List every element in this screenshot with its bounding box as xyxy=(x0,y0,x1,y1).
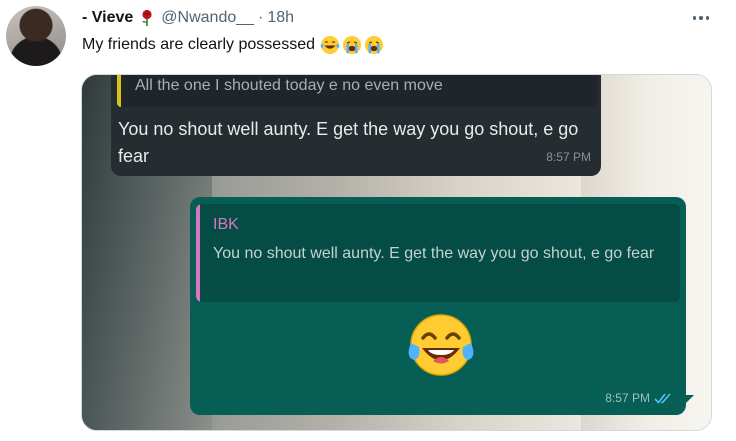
tweet-text-content: My friends are clearly possessed xyxy=(82,36,315,53)
incoming-message-time: 8:57 PM xyxy=(546,150,591,164)
face-with-tears-of-joy-icon xyxy=(408,314,474,376)
user-handle[interactable]: @Nwando__ xyxy=(161,9,254,27)
outgoing-quoted-message: IBK You no shout well aunty. E get the w… xyxy=(196,204,680,302)
rose-icon xyxy=(139,9,155,27)
loudly-crying-face-icon xyxy=(342,36,361,54)
tweet-card[interactable]: - Vieve @Nwando__ · 18h My friends are c… xyxy=(0,0,736,441)
double-tick-read-icon xyxy=(654,393,671,404)
incoming-message-bubble: All the one I shouted today e no even mo… xyxy=(111,75,601,176)
more-options-icon[interactable] xyxy=(688,8,714,28)
display-name[interactable]: - Vieve xyxy=(82,9,133,27)
quote-accent-bar xyxy=(117,75,121,107)
tweet-media-image[interactable]: All the one I shouted today e no even mo… xyxy=(81,74,712,431)
quote-accent-bar xyxy=(196,204,200,302)
tweet-text: My friends are clearly possessed xyxy=(82,35,384,55)
tweet-emojis xyxy=(320,35,384,55)
face-with-tears-of-joy-icon xyxy=(320,36,340,54)
outgoing-message-bubble: IBK You no shout well aunty. E get the w… xyxy=(190,197,686,415)
incoming-message-text: You no shout well aunty. E get the way y… xyxy=(118,119,579,166)
tweet-header: - Vieve @Nwando__ · 18h xyxy=(82,8,294,28)
incoming-quoted-message: All the one I shouted today e no even mo… xyxy=(117,75,597,107)
loudly-crying-face-icon xyxy=(364,36,383,54)
outgoing-quoted-text: You no shout well aunty. E get the way y… xyxy=(213,245,655,262)
outgoing-bubble-tail xyxy=(682,395,694,407)
tweet-timestamp[interactable]: 18h xyxy=(267,9,294,27)
separator-dot: · xyxy=(258,9,264,26)
avatar[interactable] xyxy=(6,6,66,66)
incoming-quoted-text: All the one I shouted today e no even mo… xyxy=(135,77,443,94)
quoted-author: IBK xyxy=(213,216,239,233)
outgoing-message-time: 8:57 PM xyxy=(605,391,650,405)
